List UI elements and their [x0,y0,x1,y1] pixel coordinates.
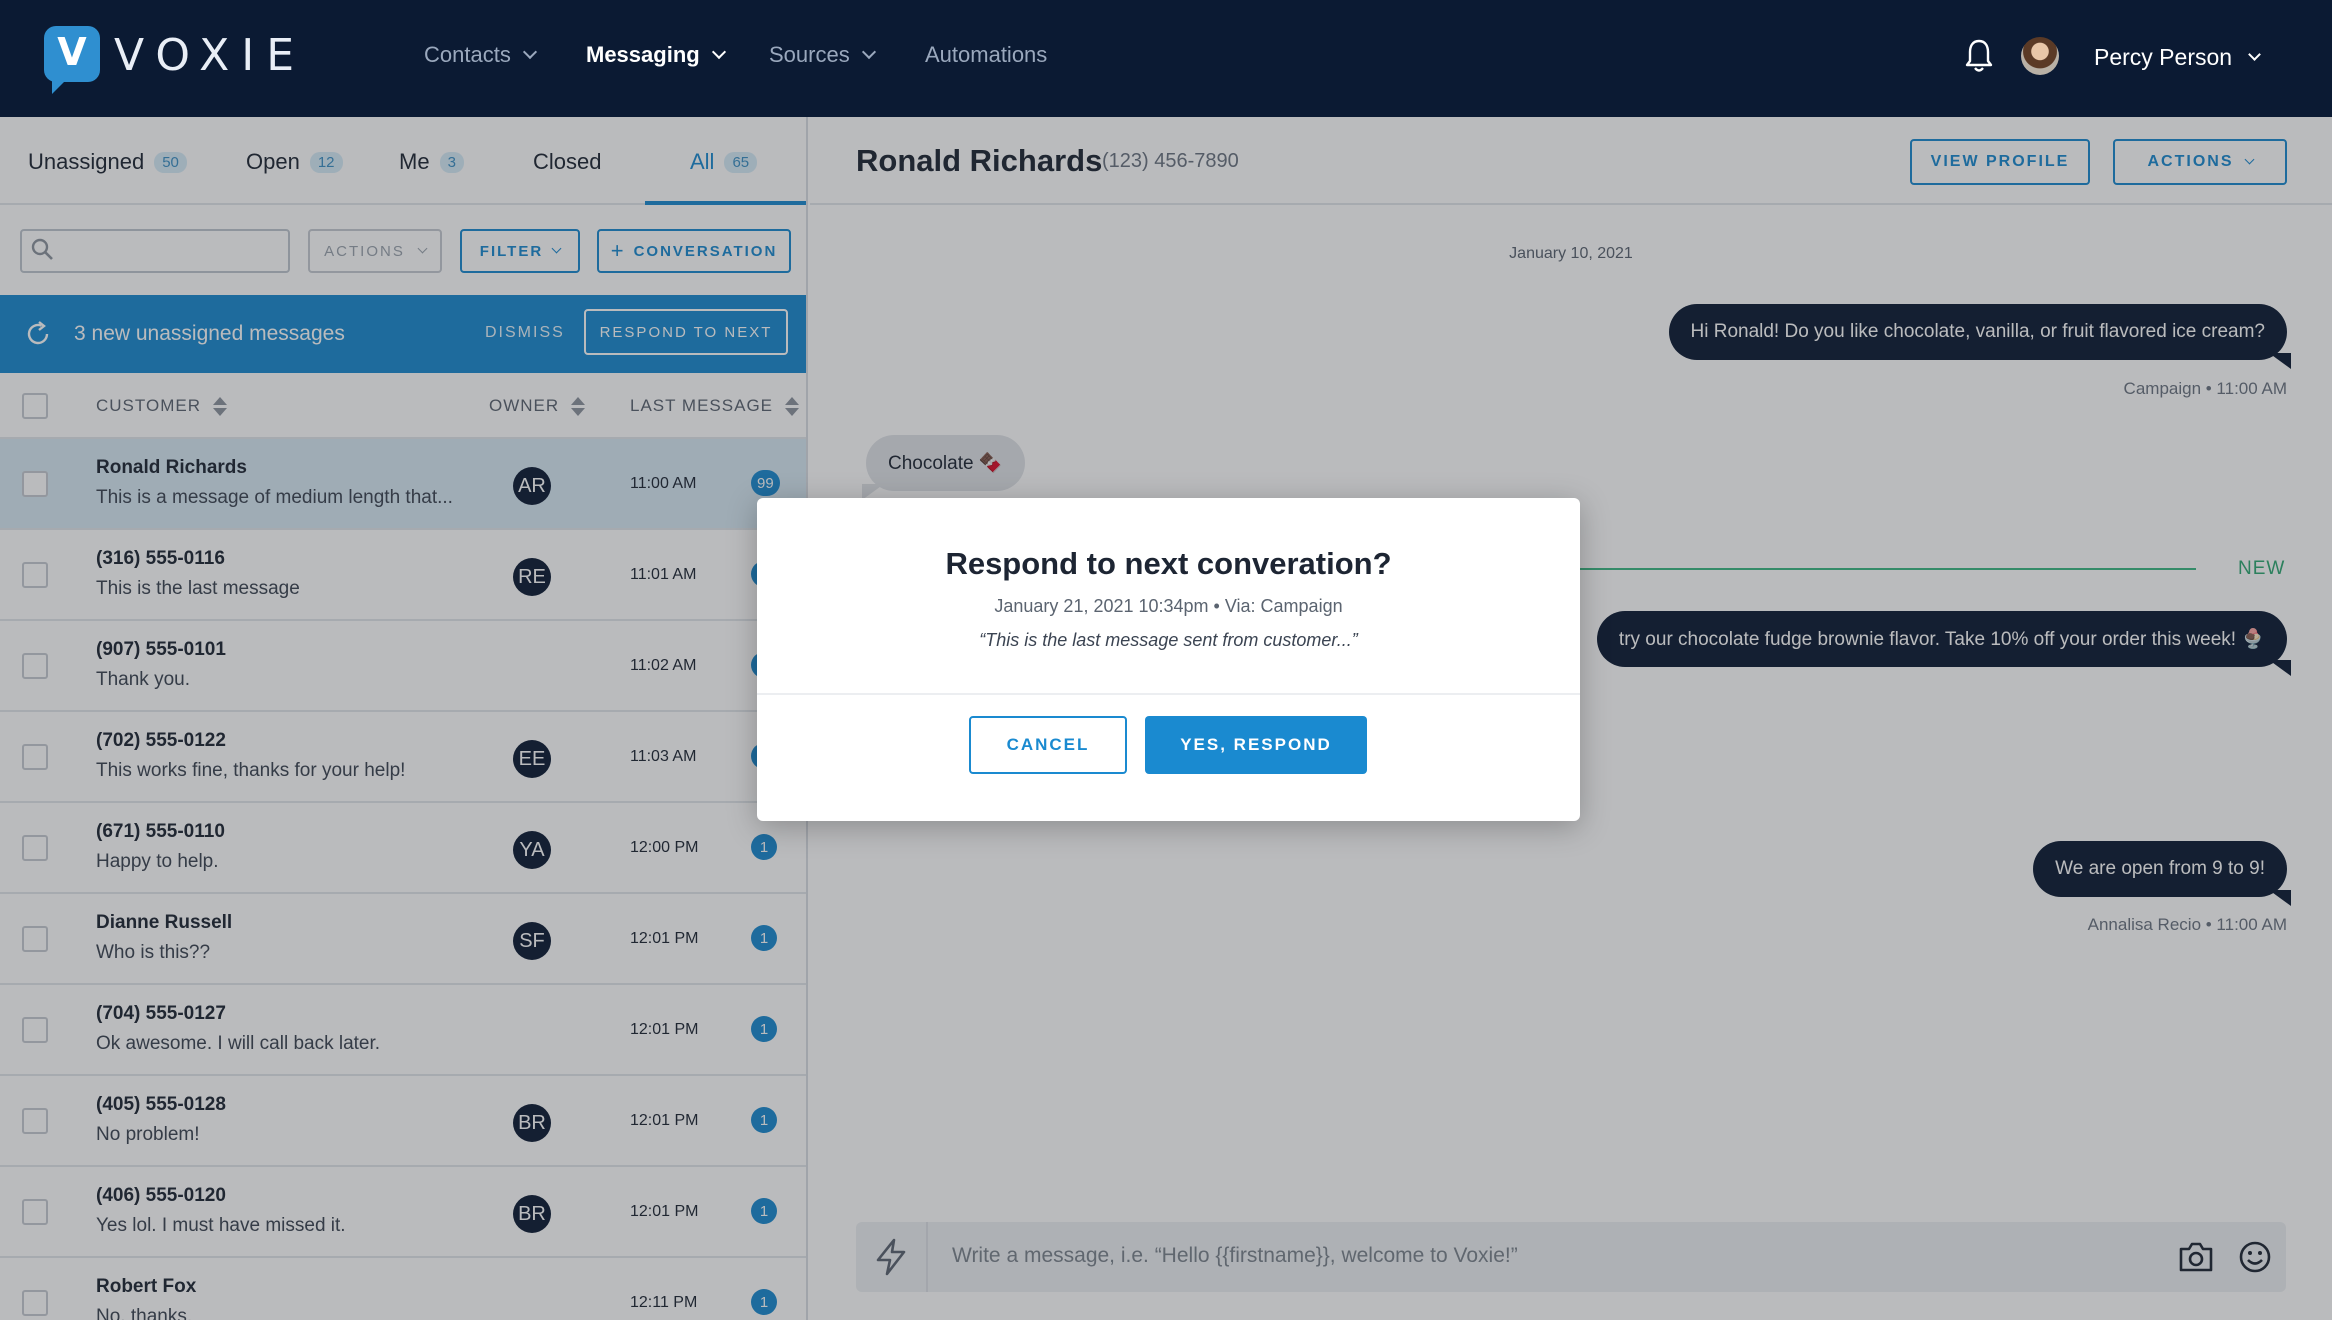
notification-bell-icon[interactable] [1964,38,1994,74]
chevron-down-icon [861,44,876,60]
user-avatar[interactable] [2021,37,2059,75]
brand-name[interactable]: VOXIE [114,30,306,81]
dialog-quote: “This is the last message sent from cust… [979,630,1358,650]
dialog-title: Respond to next converation? [945,546,1392,581]
dialog-divider [757,693,1580,695]
nav-sources-label: Sources [769,42,850,67]
nav-messaging-label: Messaging [586,42,700,67]
nav-contacts[interactable]: Contacts [424,42,537,68]
user-menu[interactable]: Percy Person [2094,44,2261,71]
nav-automations[interactable]: Automations [925,42,1047,68]
chevron-down-icon [522,44,537,60]
nav-messaging[interactable]: Messaging [586,42,726,68]
dialog-meta: January 21, 2021 10:34pm • Via: Campaign [994,596,1343,616]
nav-automations-label: Automations [925,42,1048,67]
nav-contacts-label: Contacts [424,42,511,67]
cancel-button[interactable]: CANCEL [969,716,1127,774]
chevron-down-icon [2248,48,2261,61]
voxie-logo-icon[interactable]: V [44,26,100,94]
chevron-down-icon [711,44,726,60]
top-navbar: V VOXIE Contacts Messaging Sources Autom… [0,0,2332,117]
respond-confirm-dialog: Respond to next converation? January 21,… [757,498,1580,821]
user-name-label: Percy Person [2094,44,2233,70]
nav-sources[interactable]: Sources [769,42,876,68]
yes-respond-button[interactable]: YES, RESPOND [1145,716,1367,774]
